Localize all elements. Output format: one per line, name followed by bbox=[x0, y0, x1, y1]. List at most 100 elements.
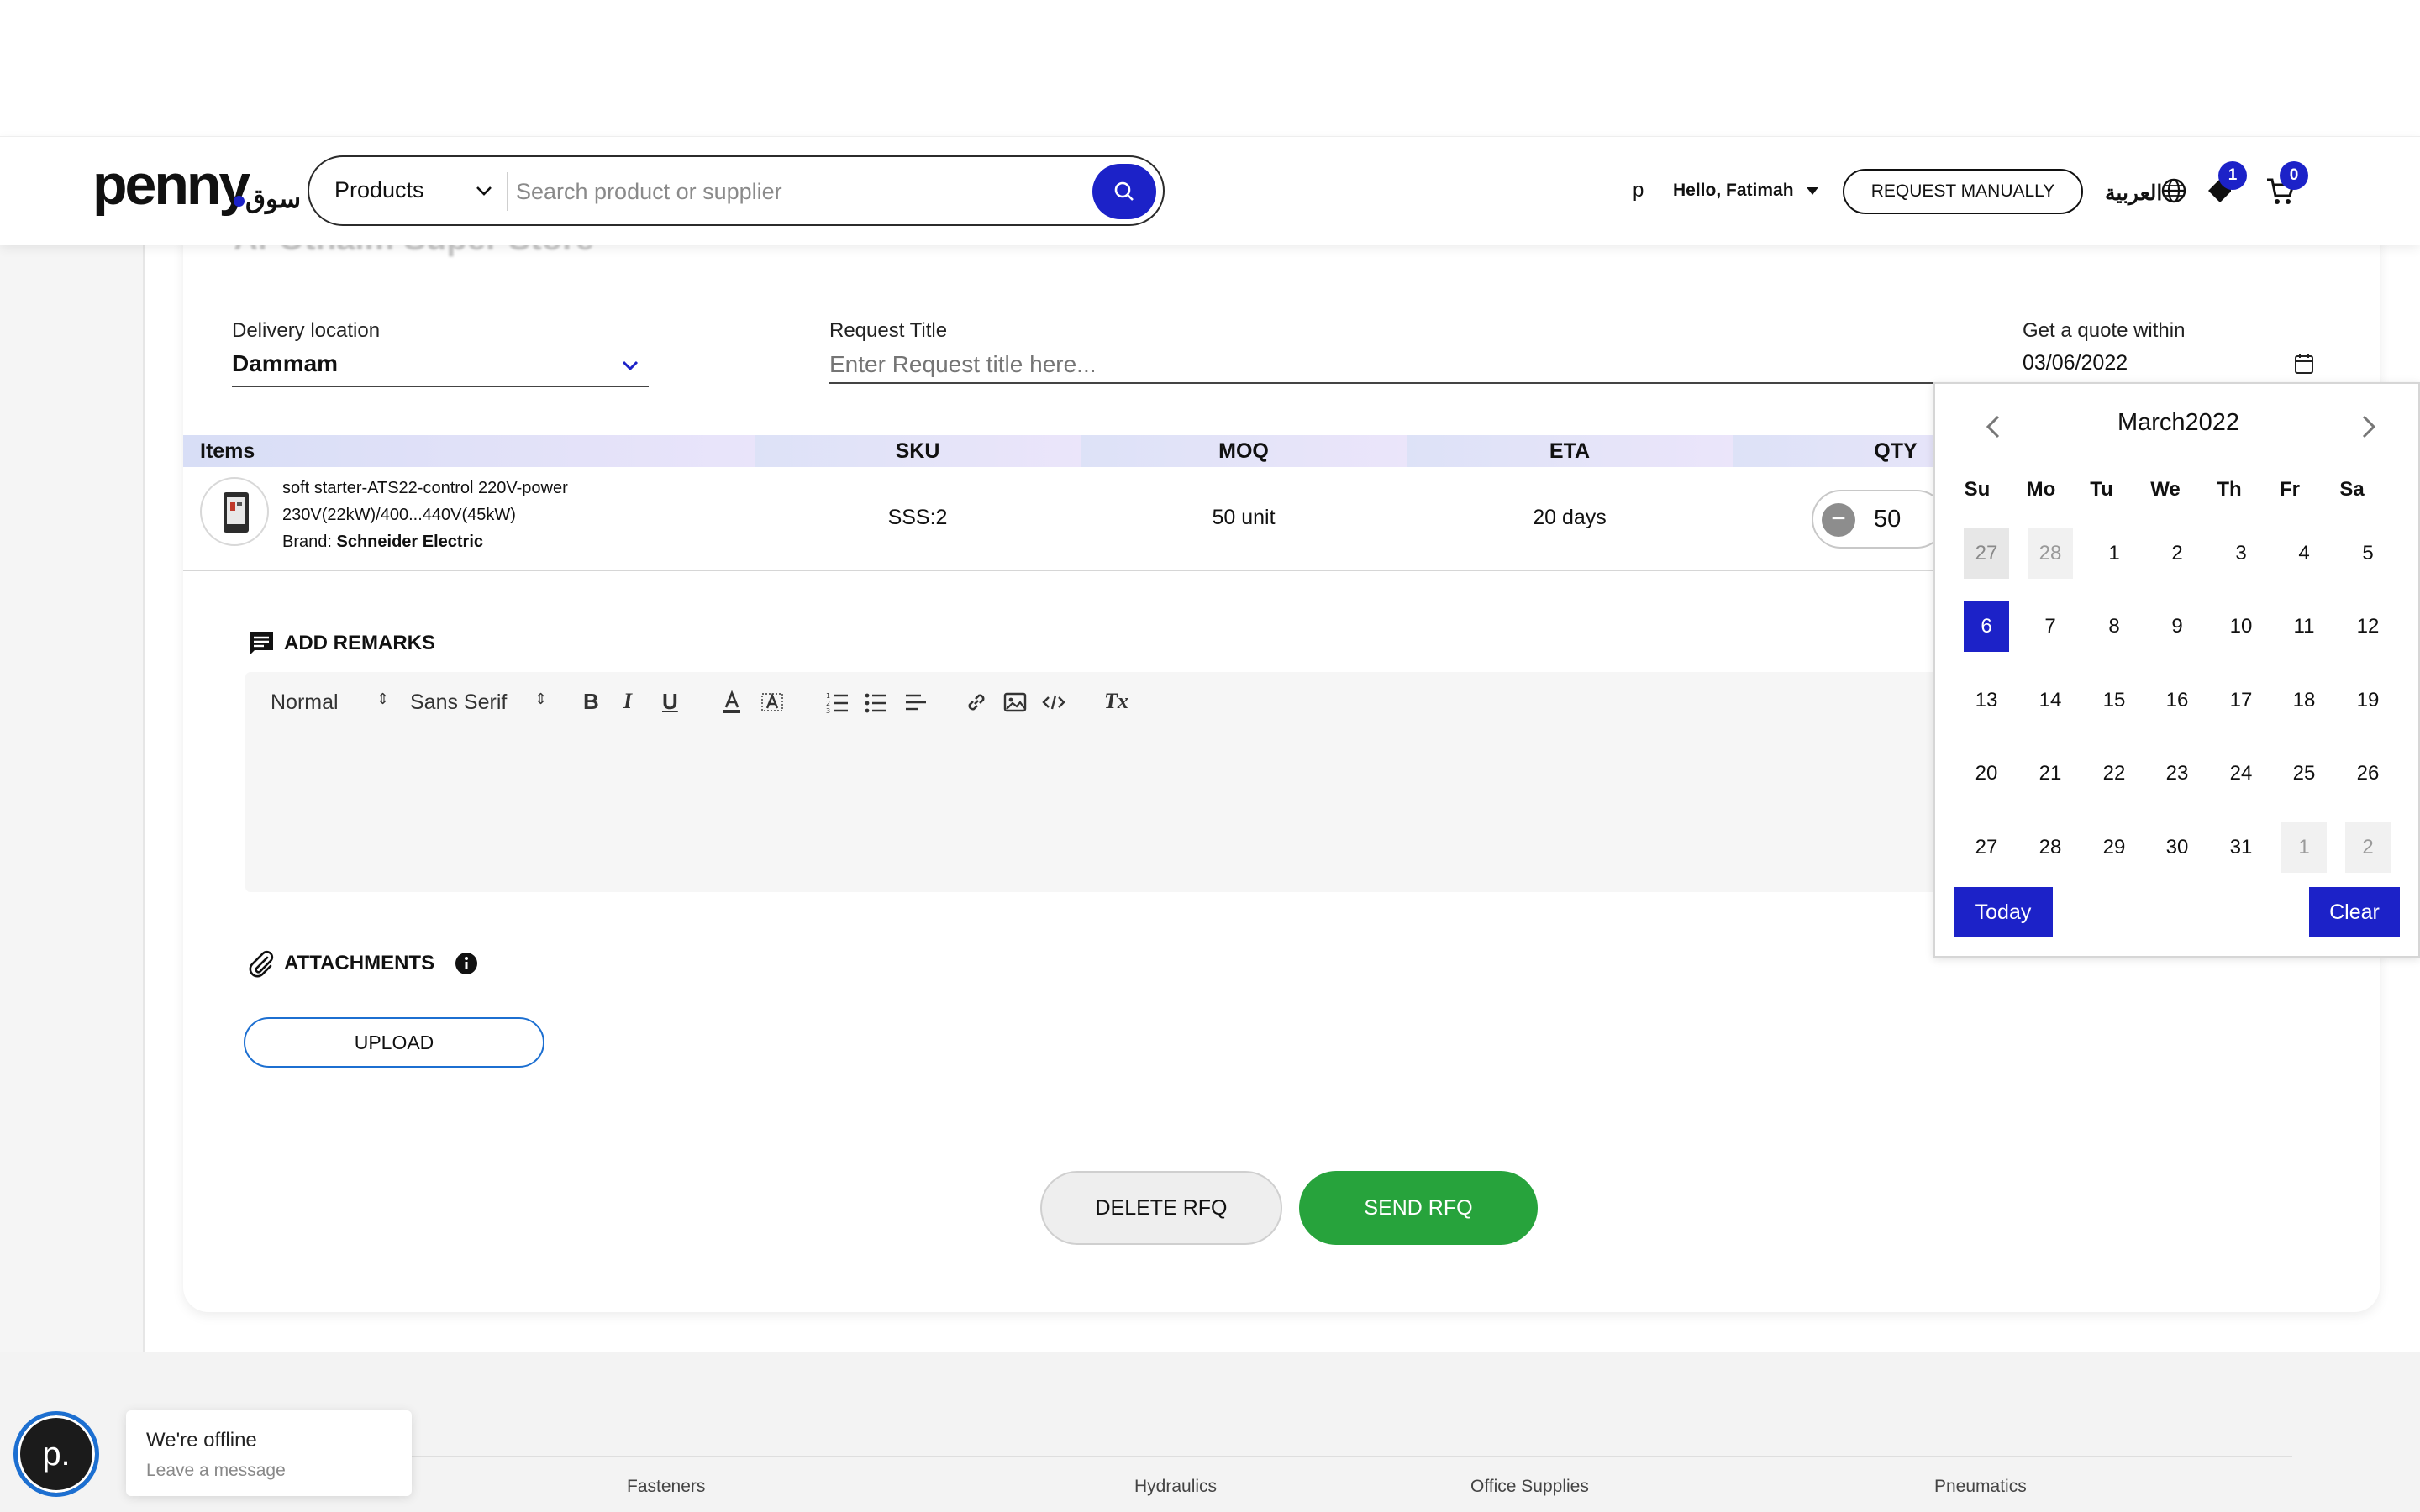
delete-rfq-button[interactable]: DELETE RFQ bbox=[1040, 1171, 1282, 1245]
clear-format-button[interactable]: Tx bbox=[1104, 689, 1128, 714]
language-switch[interactable]: العربية bbox=[2105, 181, 2162, 206]
request-title-input[interactable] bbox=[829, 348, 1972, 381]
footer-link-hydraulics[interactable]: Hydraulics bbox=[1134, 1477, 1217, 1497]
delivery-location-value: Dammam bbox=[232, 350, 339, 376]
align-left-icon[interactable] bbox=[904, 690, 928, 714]
calendar-day-selected[interactable]: 6 bbox=[1964, 601, 2009, 652]
calendar-day[interactable]: 2 bbox=[2154, 528, 2200, 579]
ordered-list-icon[interactable]: 123 bbox=[825, 690, 849, 714]
product-moq: 50 unit bbox=[1212, 506, 1276, 529]
request-manually-button[interactable]: REQUEST MANUALLY bbox=[1843, 169, 2083, 214]
delivery-location-select[interactable]: Dammam bbox=[232, 349, 649, 387]
calendar-day[interactable]: 21 bbox=[2028, 748, 2073, 799]
attachments-title: ATTACHMENTS bbox=[284, 952, 435, 974]
product-thumbnail bbox=[200, 477, 269, 546]
calendar-day[interactable]: 27 bbox=[1964, 822, 2009, 873]
globe-icon[interactable] bbox=[2160, 177, 2187, 204]
weekday-fr: Fr bbox=[2280, 478, 2300, 501]
today-button[interactable]: Today bbox=[1954, 887, 2053, 937]
quote-date-field[interactable]: 03/06/2022 bbox=[2023, 349, 2333, 383]
link-icon[interactable] bbox=[965, 690, 988, 714]
calendar-day[interactable]: 20 bbox=[1964, 748, 2009, 799]
calendar-day[interactable]: 28 bbox=[2028, 528, 2073, 579]
calendar-day[interactable]: 4 bbox=[2281, 528, 2327, 579]
calendar-day[interactable]: 5 bbox=[2345, 528, 2391, 579]
paperclip-icon bbox=[249, 950, 274, 978]
calendar-day[interactable]: 1 bbox=[2281, 822, 2327, 873]
calendar-day[interactable]: 11 bbox=[2281, 601, 2327, 652]
calendar-day[interactable]: 10 bbox=[2218, 601, 2264, 652]
brand-name: Schneider Electric bbox=[336, 533, 484, 551]
calendar-day[interactable]: 12 bbox=[2345, 601, 2391, 652]
search-category-select[interactable]: Products bbox=[334, 177, 424, 203]
font-family-select[interactable]: Sans Serif ⇕ bbox=[410, 690, 551, 715]
bold-button[interactable]: B bbox=[583, 689, 599, 715]
quantity-value[interactable]: 50 bbox=[1874, 506, 1901, 533]
user-greeting[interactable]: Hello, Fatimah bbox=[1673, 181, 1794, 201]
search-icon bbox=[1114, 181, 1134, 201]
italic-button[interactable]: I bbox=[623, 689, 632, 714]
select-arrows-icon: ⇕ bbox=[534, 690, 548, 707]
calendar-day[interactable]: 7 bbox=[2028, 601, 2073, 652]
calendar-day[interactable]: 2 bbox=[2345, 822, 2391, 873]
svg-text:2: 2 bbox=[826, 700, 830, 707]
remarks-editor[interactable]: Normal ⇕ Sans Serif ⇕ B I U 123 Tx bbox=[245, 672, 2178, 892]
calendar-day[interactable]: 1 bbox=[2091, 528, 2137, 579]
calendar-day[interactable]: 23 bbox=[2154, 748, 2200, 799]
calendar-day[interactable]: 16 bbox=[2154, 675, 2200, 726]
calendar-day[interactable]: 26 bbox=[2345, 748, 2391, 799]
select-arrows-icon: ⇕ bbox=[376, 690, 390, 707]
clear-date-button[interactable]: Clear bbox=[2309, 887, 2400, 937]
calendar-day[interactable]: 29 bbox=[2091, 822, 2137, 873]
send-rfq-button[interactable]: SEND RFQ bbox=[1299, 1171, 1538, 1245]
chat-avatar[interactable]: p. bbox=[13, 1411, 99, 1497]
calendar-day[interactable]: 15 bbox=[2091, 675, 2137, 726]
chat-offline-bubble[interactable]: We're offline Leave a message bbox=[126, 1410, 412, 1496]
product-name-line2: 230V(22kW)/400...440V(45kW) bbox=[282, 506, 516, 524]
calendar-day[interactable]: 9 bbox=[2154, 601, 2200, 652]
calendar-day[interactable]: 19 bbox=[2345, 675, 2391, 726]
code-icon[interactable] bbox=[1042, 690, 1065, 714]
text-color-icon[interactable] bbox=[721, 690, 743, 714]
font-size-select[interactable]: Normal ⇕ bbox=[271, 690, 393, 715]
calendar-day[interactable]: 17 bbox=[2218, 675, 2264, 726]
chat-status: We're offline bbox=[146, 1429, 257, 1452]
image-icon[interactable] bbox=[1003, 690, 1027, 714]
footer-link-fasteners[interactable]: Fasteners bbox=[627, 1477, 705, 1497]
search-bar: Products bbox=[308, 155, 1165, 226]
calendar-day[interactable]: 28 bbox=[2028, 822, 2073, 873]
calendar-month-label[interactable]: March2022 bbox=[1935, 409, 2420, 437]
calendar-day[interactable]: 27 bbox=[1964, 528, 2009, 579]
quantity-stepper[interactable]: − 50 bbox=[1812, 490, 1946, 549]
calendar-day[interactable]: 22 bbox=[2091, 748, 2137, 799]
calendar-day[interactable]: 25 bbox=[2281, 748, 2327, 799]
calendar-day[interactable]: 13 bbox=[1964, 675, 2009, 726]
bullet-list-icon[interactable] bbox=[864, 690, 887, 714]
chevron-right-icon[interactable] bbox=[2360, 414, 2378, 439]
search-button[interactable] bbox=[1092, 164, 1156, 219]
brand-prefix: Brand: bbox=[282, 533, 332, 551]
calendar-day[interactable]: 18 bbox=[2281, 675, 2327, 726]
upload-button[interactable]: UPLOAD bbox=[244, 1017, 544, 1068]
product-name-line1: soft starter-ATS22-control 220V-power bbox=[282, 479, 568, 497]
calendar-day[interactable]: 30 bbox=[2154, 822, 2200, 873]
footer-link-office-supplies[interactable]: Office Supplies bbox=[1470, 1477, 1589, 1497]
caret-down-icon[interactable] bbox=[1805, 186, 1820, 197]
search-input[interactable] bbox=[516, 174, 1020, 209]
calendar-day[interactable]: 14 bbox=[2028, 675, 2073, 726]
calendar-day[interactable]: 31 bbox=[2218, 822, 2264, 873]
product-sku: SSS:2 bbox=[887, 506, 948, 529]
calendar-day[interactable]: 3 bbox=[2218, 528, 2264, 579]
calendar-day[interactable]: 8 bbox=[2091, 601, 2137, 652]
delivery-underline bbox=[232, 386, 649, 387]
highlight-color-icon[interactable] bbox=[761, 690, 783, 714]
underline-button[interactable]: U bbox=[662, 689, 678, 715]
quantity-decrease-button[interactable]: − bbox=[1822, 503, 1855, 537]
request-title-label: Request Title bbox=[829, 319, 948, 342]
chevron-down-icon[interactable] bbox=[474, 181, 494, 201]
penny-logo[interactable]: penny bbox=[92, 152, 250, 218]
calendar-day[interactable]: 24 bbox=[2218, 748, 2264, 799]
header-eta: ETA bbox=[1549, 438, 1591, 463]
footer-link-pneumatics[interactable]: Pneumatics bbox=[1934, 1477, 2027, 1497]
info-icon[interactable] bbox=[455, 952, 478, 975]
